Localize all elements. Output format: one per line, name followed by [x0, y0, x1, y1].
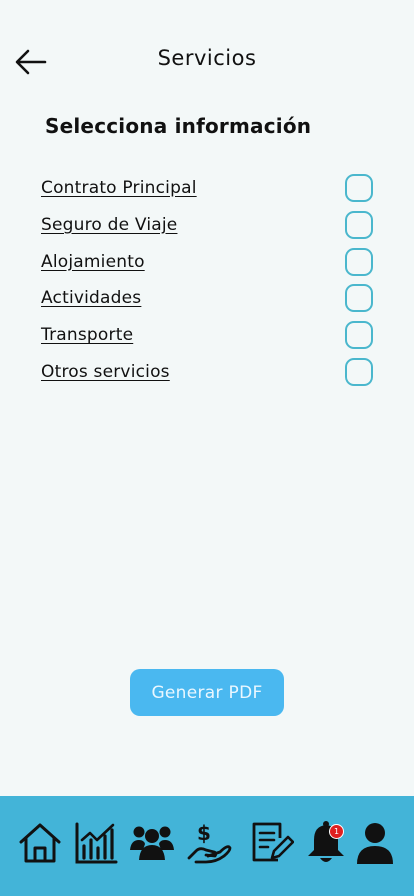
option-row-otros: Otros servicios — [41, 356, 375, 393]
nav-groups[interactable] — [129, 820, 175, 866]
option-label[interactable]: Actividades — [41, 288, 141, 308]
option-row-alojamiento: Alojamiento — [41, 246, 375, 283]
nav-payments[interactable]: $ — [186, 820, 232, 866]
option-row-actividades: Actividades — [41, 282, 375, 319]
option-row-contrato: Contrato Principal — [41, 172, 375, 209]
page-title: Servicios — [157, 46, 257, 70]
option-label[interactable]: Seguro de Viaje — [41, 215, 177, 235]
svg-text:$: $ — [197, 821, 211, 845]
group-icon — [130, 826, 174, 860]
nav-documents[interactable] — [248, 820, 294, 866]
option-checkbox[interactable] — [345, 174, 373, 202]
payment-hand-icon: $ — [187, 821, 232, 864]
option-label[interactable]: Transporte — [41, 325, 133, 345]
option-label[interactable]: Alojamiento — [41, 252, 145, 272]
document-edit-icon — [252, 822, 294, 862]
nav-stats[interactable] — [73, 820, 119, 866]
option-checkbox[interactable] — [345, 284, 373, 313]
option-checkbox[interactable] — [345, 357, 373, 386]
option-checkbox[interactable] — [345, 247, 373, 276]
options-list: Contrato Principal Seguro de Viaje Aloja… — [41, 172, 375, 393]
option-row-transporte: Transporte — [41, 319, 375, 356]
generate-pdf-button[interactable]: Generar PDF — [130, 669, 284, 716]
bottom-nav: $ 1 — [0, 796, 414, 896]
chart-icon — [75, 822, 118, 864]
nav-home[interactable] — [17, 820, 63, 866]
section-title: Selecciona información — [45, 114, 312, 138]
notification-badge: 1 — [329, 824, 344, 839]
option-checkbox[interactable] — [345, 321, 373, 350]
nav-notifications[interactable]: 1 — [303, 820, 349, 866]
option-label[interactable]: Contrato Principal — [41, 178, 197, 198]
header: Servicios — [0, 0, 414, 110]
user-icon — [357, 823, 393, 864]
option-label[interactable]: Otros servicios — [41, 362, 170, 382]
home-icon — [19, 823, 61, 863]
option-row-seguro: Seguro de Viaje — [41, 209, 375, 246]
nav-profile[interactable] — [352, 820, 398, 866]
option-checkbox[interactable] — [345, 210, 373, 239]
